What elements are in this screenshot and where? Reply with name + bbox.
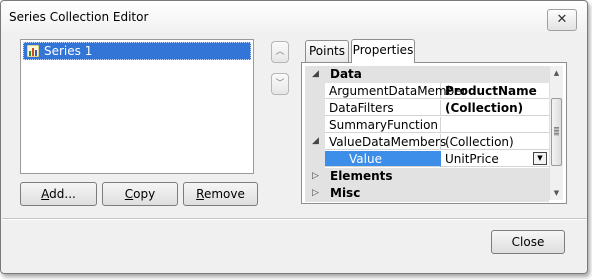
property-name: SummaryFunction	[325, 117, 441, 133]
category-label: Elements	[330, 169, 393, 183]
copy-button[interactable]: Copy	[102, 182, 178, 206]
window-title: Series Collection Editor	[9, 10, 149, 24]
expand-triangle-icon[interactable]: ▷	[312, 171, 319, 181]
category-label: Misc	[330, 186, 361, 200]
grip-icon: ═ ═ ═	[554, 124, 559, 139]
property-value[interactable]	[441, 117, 549, 133]
expand-triangle-icon[interactable]: ▷	[312, 188, 319, 198]
property-name: DataFilters	[325, 100, 441, 116]
add-button-label: dd...	[49, 187, 76, 201]
property-value[interactable]: (Collection)	[441, 134, 549, 150]
collapse-triangle-icon[interactable]: ◢	[312, 69, 319, 79]
properties-panel: ◢ Data ArgumentDataMember ProductName Da…	[301, 62, 567, 204]
property-row[interactable]: ArgumentDataMember ProductName	[305, 83, 549, 100]
divider	[2, 218, 587, 220]
property-row[interactable]: ◢ ValueDataMembers (Collection)	[305, 134, 549, 151]
add-button[interactable]: Add...	[20, 182, 97, 206]
property-row-selected[interactable]: Value UnitPrice ▼	[305, 151, 549, 168]
list-item-label: Series 1	[44, 44, 93, 58]
property-value-editor[interactable]: UnitPrice ▼	[441, 151, 549, 167]
tab-properties[interactable]: Properties	[351, 39, 415, 63]
remove-button[interactable]: Remove	[183, 182, 258, 206]
series-collection-editor-window: Series Collection Editor ✕ Series 1 Add.…	[0, 0, 588, 274]
chevron-up-icon: ︿	[275, 47, 285, 57]
scroll-up-arrow-icon[interactable]: ▲	[550, 66, 563, 80]
window-close-icon[interactable]: ✕	[547, 9, 577, 31]
add-button-mnemonic: A	[41, 187, 50, 201]
property-name: ValueDataMembers	[325, 134, 446, 150]
copy-button-mnemonic: C	[124, 187, 134, 201]
bar-chart-icon	[27, 45, 39, 57]
category-data[interactable]: ◢ Data	[305, 66, 549, 83]
move-up-button[interactable]: ︿	[271, 41, 289, 63]
copy-button-label: opy	[133, 187, 156, 201]
property-name: ArgumentDataMember	[325, 83, 467, 99]
tab-points[interactable]: Points	[305, 40, 349, 62]
remove-button-label: emove	[203, 187, 245, 201]
remove-button-mnemonic: R	[196, 187, 204, 201]
scroll-down-arrow-icon[interactable]: ▼	[550, 186, 563, 200]
category-label: Data	[330, 67, 362, 81]
list-item-series-1[interactable]: Series 1	[23, 42, 251, 60]
move-down-button[interactable]: ﹀	[271, 73, 289, 95]
close-button[interactable]: Close	[491, 230, 565, 254]
dropdown-arrow-icon[interactable]: ▼	[533, 152, 547, 165]
property-value: UnitPrice	[445, 152, 499, 166]
dialog-client-area: Series 1 Add... Copy Remove ︿ ﹀ Points P…	[2, 36, 587, 270]
property-grid: ◢ Data ArgumentDataMember ProductName Da…	[305, 66, 549, 202]
vertical-scrollbar[interactable]: ▲ ═ ═ ═ ▼	[549, 66, 563, 200]
scrollbar-thumb[interactable]: ═ ═ ═	[551, 98, 562, 166]
collapse-triangle-icon[interactable]: ◢	[312, 136, 319, 146]
property-name: Value	[325, 151, 441, 167]
series-listbox[interactable]: Series 1	[20, 39, 254, 174]
property-value[interactable]: ProductName	[441, 83, 549, 99]
property-row[interactable]: DataFilters (Collection)	[305, 100, 549, 117]
chevron-down-icon: ﹀	[275, 79, 285, 89]
category-misc[interactable]: ▷ Misc	[305, 185, 549, 202]
property-row[interactable]: SummaryFunction	[305, 117, 549, 134]
property-value[interactable]: (Collection)	[441, 100, 549, 116]
category-elements[interactable]: ▷ Elements	[305, 168, 549, 185]
